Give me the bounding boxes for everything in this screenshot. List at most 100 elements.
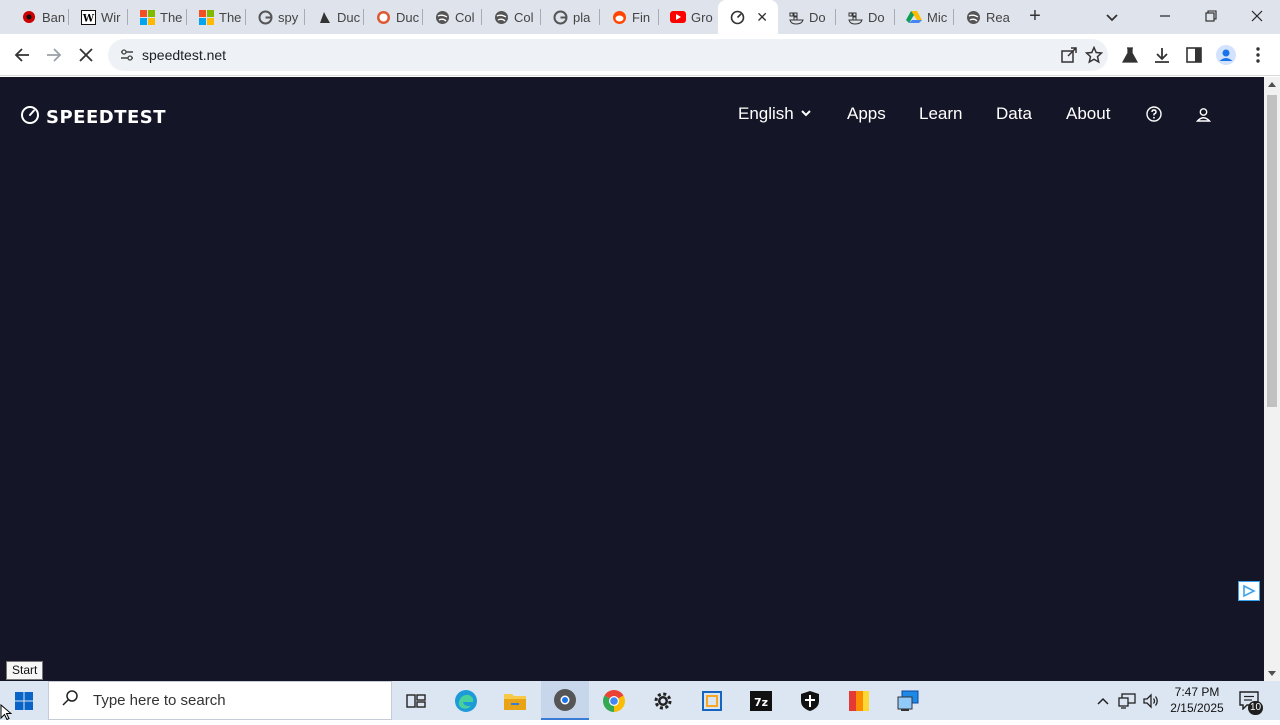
tab-label: Duc	[337, 9, 361, 25]
browser-menu-icon[interactable]	[1248, 45, 1268, 65]
nav-about-label: About	[1066, 104, 1111, 123]
tab-label: Gro	[691, 9, 713, 25]
google-icon	[257, 9, 273, 25]
adchoices-icon[interactable]	[1238, 581, 1260, 601]
tab-label: Rea	[986, 9, 1010, 25]
address-bar[interactable]: speedtest.net	[108, 39, 1108, 71]
user-account-icon[interactable]	[1196, 103, 1211, 125]
wikipedia-icon: W	[80, 9, 96, 25]
url-text: speedtest.net	[142, 47, 227, 63]
page-scrollbar[interactable]	[1264, 77, 1280, 681]
language-label: English	[738, 104, 794, 123]
nav-data[interactable]: Data	[996, 103, 1032, 125]
tab-search-chevron-icon[interactable]	[1103, 8, 1121, 26]
tab-label: Wir	[101, 9, 121, 25]
tab-label: The	[219, 9, 242, 25]
tab-label: Col	[514, 9, 534, 25]
speedtest-logo[interactable]: SPEEDTEST	[20, 105, 166, 130]
start-tooltip: Start	[6, 661, 44, 680]
bookmark-star-icon[interactable]	[1084, 45, 1104, 64]
svg-text:W: W	[81, 13, 94, 24]
7zip-icon[interactable]: 7z	[737, 681, 785, 720]
new-tab-button[interactable]: +	[1024, 6, 1046, 28]
tab-12[interactable]: Gro	[659, 4, 718, 30]
globe-icon	[493, 9, 509, 25]
site-info-icon[interactable]	[119, 47, 135, 63]
docker-icon	[847, 9, 863, 25]
logo-text: SPEEDTEST	[46, 107, 167, 128]
minimize-button[interactable]	[1150, 4, 1180, 28]
scroll-down-arrow-icon[interactable]	[1268, 671, 1276, 676]
show-hidden-icons-chevron-icon[interactable]	[1094, 681, 1112, 720]
remote-desktop-icon[interactable]	[884, 681, 932, 720]
forward-button[interactable]	[42, 43, 66, 67]
tab-label: Mic	[927, 9, 948, 25]
close-tab-icon[interactable]: ✕	[756, 9, 768, 26]
tab-14[interactable]: Do	[777, 4, 836, 30]
file-explorer-icon[interactable]	[491, 681, 539, 720]
stop-loading-button[interactable]	[74, 43, 98, 67]
scroll-thumb[interactable]	[1267, 95, 1277, 407]
settings-gear-icon[interactable]	[639, 681, 687, 720]
close-window-button[interactable]	[1242, 4, 1272, 28]
tab-5[interactable]: spy	[246, 4, 305, 30]
restore-button[interactable]	[1196, 4, 1226, 28]
download-icon[interactable]	[1152, 45, 1172, 65]
nav-apps[interactable]: Apps	[847, 103, 886, 125]
tab-6[interactable]: Duc	[305, 4, 364, 30]
chevron-down-icon	[800, 104, 812, 124]
tab-10[interactable]: pla	[541, 4, 600, 30]
notification-count-badge: 10	[1248, 701, 1264, 715]
language-selector[interactable]: English	[738, 103, 812, 125]
speedtest-icon	[729, 9, 745, 25]
app-window-icon[interactable]	[688, 681, 736, 720]
tab-17[interactable]: Rea	[954, 4, 1013, 30]
search-placeholder: Type here to search	[93, 692, 226, 709]
tab-7[interactable]: Duc	[364, 4, 423, 30]
tab-16[interactable]: Mic	[895, 4, 954, 30]
nav-about[interactable]: About	[1066, 103, 1110, 125]
help-icon[interactable]	[1146, 103, 1162, 125]
taskbar-clock[interactable]: 7:47 PM 2/15/2025	[1166, 684, 1228, 716]
speedtest-gauge-icon	[20, 105, 40, 130]
scroll-up-arrow-icon[interactable]	[1268, 82, 1276, 87]
tab-9[interactable]: Col	[482, 4, 541, 30]
google-icon	[552, 9, 568, 25]
speedtest-page: SPEEDTEST English Apps Learn Data About	[0, 77, 1264, 681]
tab-label: Do	[809, 9, 826, 25]
globe-icon	[965, 9, 981, 25]
task-view-icon[interactable]	[392, 681, 440, 720]
tab-speedtest-active[interactable]: ✕	[718, 0, 778, 34]
volume-icon[interactable]	[1140, 681, 1162, 720]
profile-avatar-icon[interactable]	[1216, 45, 1236, 65]
tab-8[interactable]: Col	[423, 4, 482, 30]
nav-learn-label: Learn	[919, 104, 963, 123]
edge-browser-icon[interactable]	[442, 681, 490, 720]
globe-icon	[434, 9, 450, 25]
tab-2[interactable]: W Wir	[69, 4, 128, 30]
security-shield-icon[interactable]	[786, 681, 834, 720]
tab-strip: Ban W Wir The The spy Duc Duc Col Col pl…	[0, 0, 1280, 34]
tab-11[interactable]: Fin	[600, 4, 659, 30]
nav-learn[interactable]: Learn	[919, 103, 962, 125]
tab-1[interactable]: Ban	[10, 4, 69, 30]
taskbar-search-box[interactable]: Type here to search	[48, 681, 392, 720]
chrome-taskbar-icon-active[interactable]	[541, 681, 589, 720]
tab-4[interactable]: The	[187, 4, 246, 30]
mouse-cursor-icon	[0, 703, 13, 721]
back-button[interactable]	[10, 43, 34, 67]
labs-flask-icon[interactable]	[1120, 45, 1140, 65]
tab-3[interactable]: The	[128, 4, 187, 30]
side-panel-icon[interactable]	[1184, 45, 1204, 65]
search-icon	[61, 689, 79, 712]
duckduckgo-icon	[375, 9, 391, 25]
clock-date: 2/15/2025	[1170, 701, 1224, 715]
tab-label: Fin	[632, 9, 651, 25]
nav-data-label: Data	[996, 104, 1032, 123]
tab-15[interactable]: Do	[836, 4, 895, 30]
share-icon[interactable]	[1060, 46, 1078, 64]
chrome-icon[interactable]	[590, 681, 638, 720]
reddit-icon	[611, 9, 627, 25]
colorful-app-icon[interactable]	[835, 681, 883, 720]
network-icon[interactable]	[1116, 681, 1138, 720]
